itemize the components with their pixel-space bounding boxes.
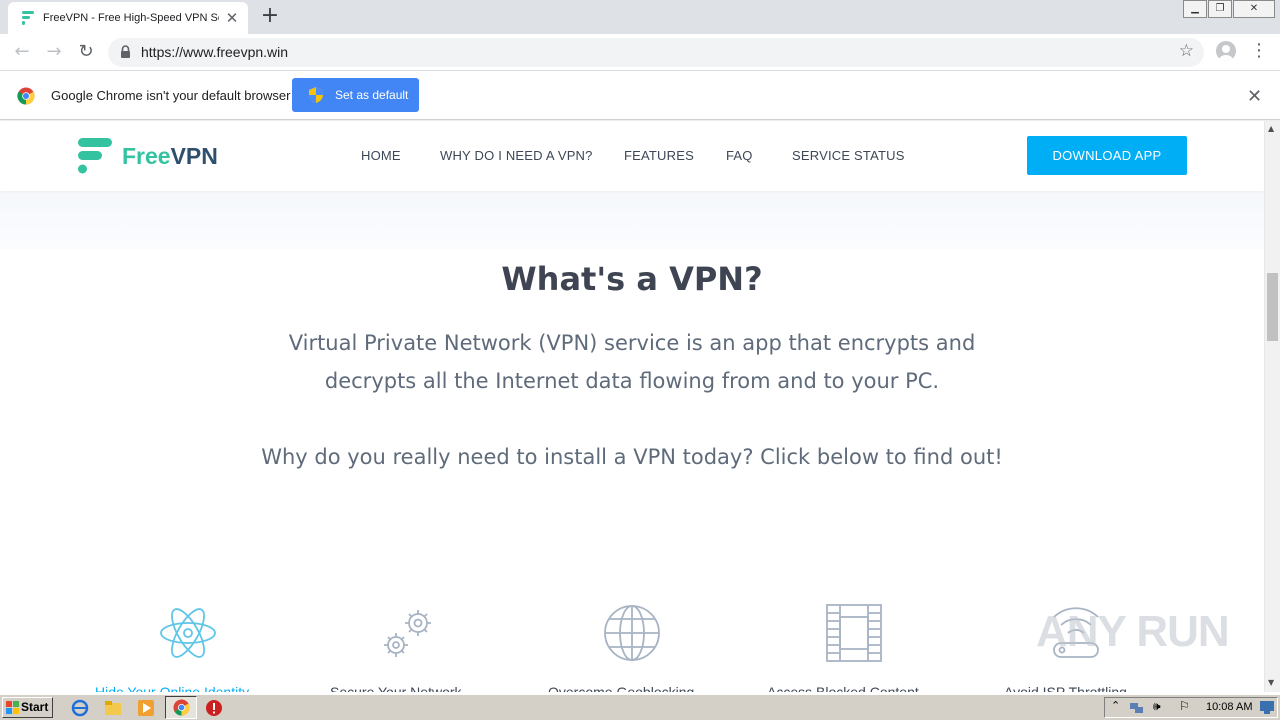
logo-text: FreeVPN [122, 143, 218, 170]
new-tab-button[interactable]: + [258, 5, 282, 29]
bookmark-star-icon[interactable]: ☆ [1179, 41, 1194, 61]
nav-why-vpn[interactable]: WHY DO I NEED A VPN? [440, 148, 593, 163]
chrome-logo-icon [17, 87, 35, 105]
anyrun-watermark: ANY RUN [1036, 607, 1230, 656]
gears-icon[interactable] [380, 603, 440, 663]
intro-line-1: Virtual Private Network (VPN) service is… [288, 331, 976, 355]
feature-label-1[interactable]: Hide Your Online Identity [95, 684, 249, 692]
download-app-button[interactable]: DOWNLOAD APP [1027, 136, 1187, 175]
taskbar-clock[interactable]: 10:08 AM [1206, 701, 1252, 713]
atom-icon[interactable] [158, 603, 218, 663]
freevpn-logo-icon [78, 138, 112, 174]
page-viewport: FreeVPN HOME WHY DO I NEED A VPN? FEATUR… [0, 121, 1264, 692]
tab-strip: FreeVPN - Free High-Speed VPN Ser ✕ + ▁ … [0, 0, 1280, 34]
feature-label-3[interactable]: Overcome Geoblocking [548, 684, 694, 692]
hero-band [0, 191, 1264, 249]
nav-faq[interactable]: FAQ [726, 148, 753, 163]
start-label: Start [21, 700, 49, 714]
minimize-button[interactable]: ▁ [1183, 0, 1207, 18]
globe-icon[interactable] [602, 603, 662, 663]
tab-close-icon[interactable]: ✕ [224, 10, 240, 26]
set-as-default-button[interactable]: Set as default [292, 78, 419, 112]
scroll-thumb[interactable] [1267, 273, 1278, 341]
scroll-down-arrow-icon[interactable]: ▼ [1268, 678, 1274, 687]
infobar-close-icon[interactable]: ✕ [1247, 86, 1262, 107]
tray-expand-icon[interactable]: ⌃ [1111, 699, 1120, 712]
page-title: What's a VPN? [501, 260, 763, 298]
forward-button[interactable]: → [42, 41, 66, 65]
url-text: https://www.freevpn.win [141, 44, 289, 60]
show-desktop-icon[interactable] [1260, 701, 1274, 714]
volume-icon[interactable]: 🕪 [1153, 699, 1161, 714]
close-window-button[interactable]: ✕ [1233, 0, 1275, 18]
default-browser-infobar: Google Chrome isn't your default browser… [0, 72, 1280, 120]
back-button[interactable]: ← [10, 41, 34, 65]
film-icon[interactable] [824, 603, 884, 663]
windows-taskbar: Start ⌃ 🕪 ⚐ 10:08 AM [0, 694, 1280, 720]
reload-button[interactable]: ↻ [74, 41, 98, 65]
stop-alert-icon[interactable] [205, 699, 223, 717]
feature-label-5[interactable]: Avoid ISP Throttling [1004, 684, 1127, 692]
chrome-taskbar-button[interactable] [165, 696, 197, 719]
browser-toolbar: ← → ↻ https://www.freevpn.win ☆ [0, 34, 1280, 71]
address-bar[interactable]: https://www.freevpn.win ☆ [108, 38, 1204, 67]
feature-label-4[interactable]: Access Blocked Content [767, 684, 919, 692]
set-as-default-label: Set as default [335, 88, 409, 102]
browser-tab[interactable]: FreeVPN - Free High-Speed VPN Ser ✕ [8, 2, 248, 34]
media-player-icon[interactable] [137, 699, 155, 717]
logo-text-free: Free [122, 142, 171, 169]
site-header: FreeVPN HOME WHY DO I NEED A VPN? FEATUR… [0, 121, 1264, 191]
tab-title: FreeVPN - Free High-Speed VPN Ser [43, 12, 219, 24]
infobar-message: Google Chrome isn't your default browser [51, 88, 291, 103]
nav-service-status[interactable]: SERVICE STATUS [792, 148, 905, 163]
start-button[interactable]: Start [2, 697, 53, 718]
logo-text-vpn: VPN [170, 142, 218, 169]
freevpn-favicon-icon [22, 11, 34, 25]
freevpn-logo[interactable]: FreeVPN [76, 136, 218, 176]
scroll-up-arrow-icon[interactable]: ▲ [1268, 124, 1274, 133]
profile-avatar-icon[interactable] [1216, 41, 1236, 61]
restore-button[interactable]: ❐ [1208, 0, 1232, 18]
intro-question: Why do you really need to install a VPN … [261, 445, 1003, 469]
lock-icon [121, 45, 130, 58]
chrome-taskbar-icon [173, 699, 190, 716]
uac-shield-icon [309, 87, 323, 103]
network-icon[interactable] [1129, 701, 1145, 715]
windows-flag-icon [6, 701, 19, 714]
nav-home[interactable]: HOME [361, 148, 401, 163]
intro-line-2: decrypts all the Internet data flowing f… [324, 369, 940, 393]
nav-features[interactable]: FEATURES [624, 148, 694, 163]
page-scrollbar[interactable]: ▲ ▼ [1264, 121, 1280, 692]
menu-kebab-icon[interactable]: ⋮ [1250, 41, 1268, 63]
action-center-flag-icon[interactable]: ⚐ [1179, 699, 1190, 713]
feature-label-2[interactable]: Secure Your Network [330, 684, 462, 692]
file-explorer-icon[interactable] [104, 699, 122, 717]
internet-explorer-icon[interactable] [71, 699, 89, 717]
